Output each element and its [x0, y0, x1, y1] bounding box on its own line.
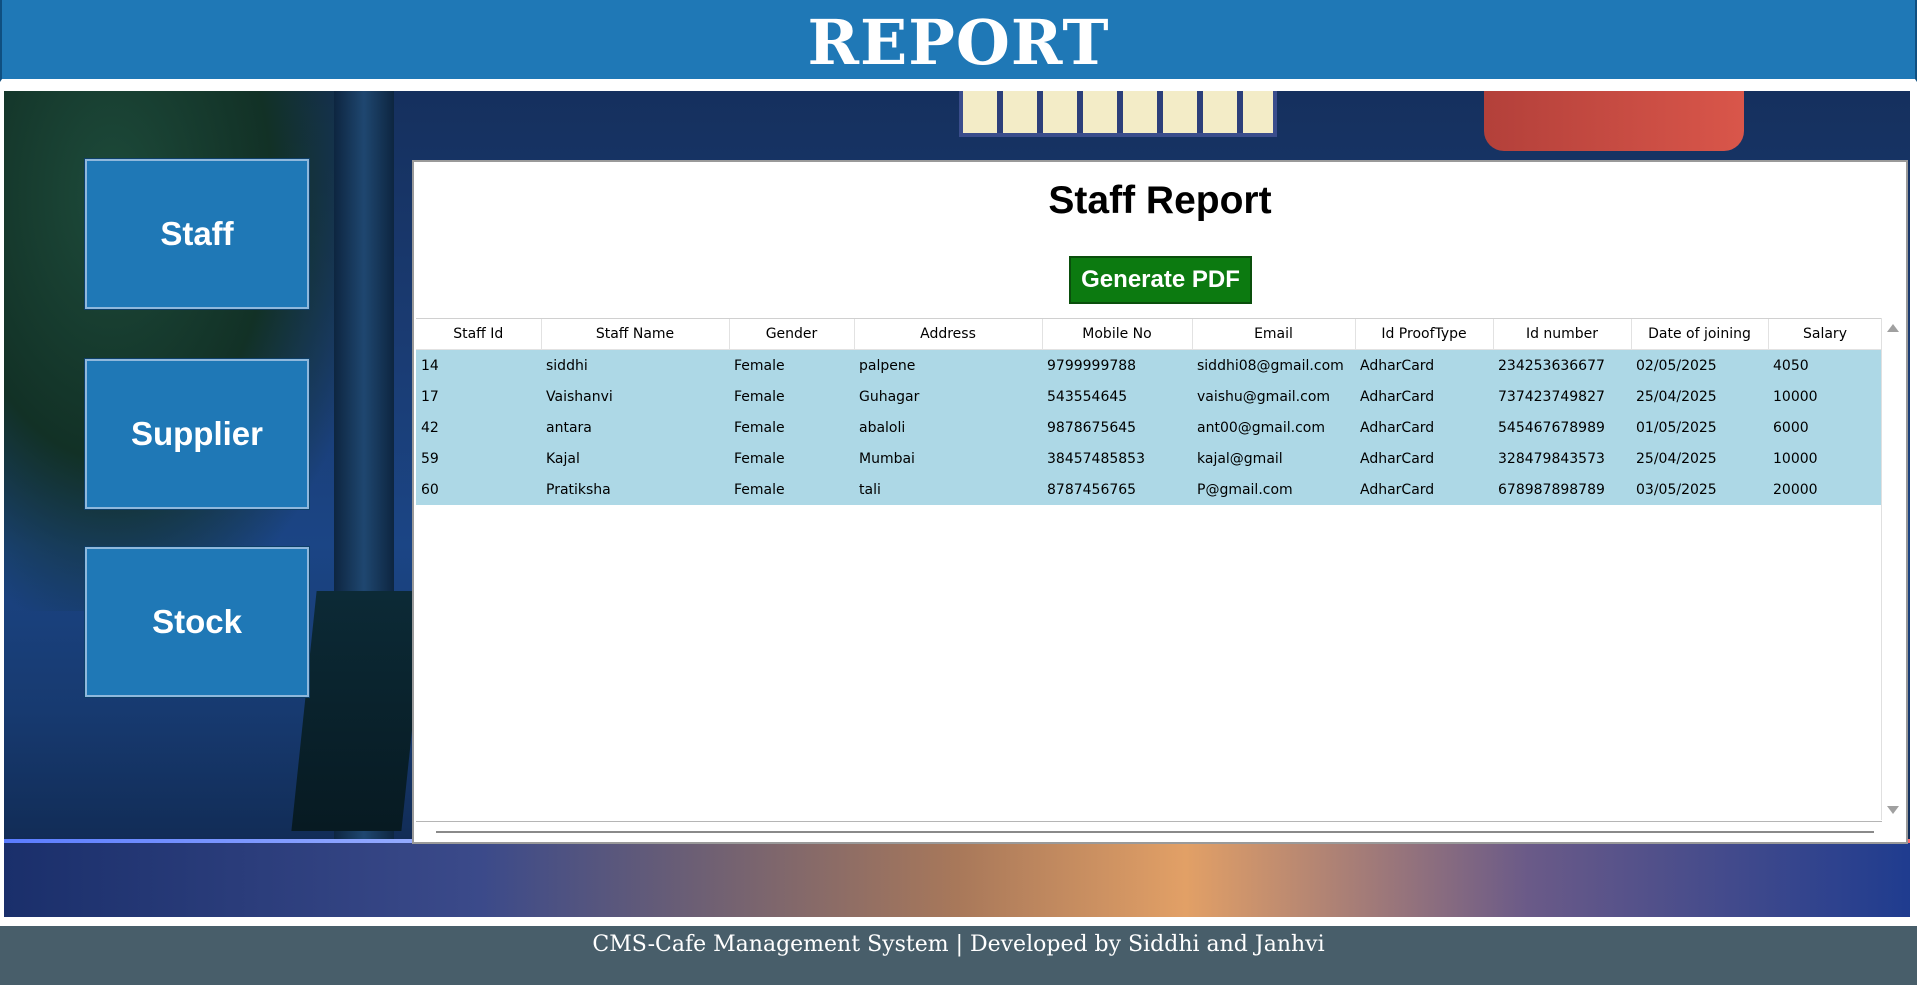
table-cell: AdharCard [1355, 474, 1493, 505]
table-cell: siddhi08@gmail.com [1192, 349, 1355, 381]
column-header[interactable]: Staff Id [416, 319, 542, 350]
background-window [959, 91, 1277, 137]
table-cell: tali [854, 474, 1042, 505]
table-cell: P@gmail.com [1192, 474, 1355, 505]
staff-table: Staff Id Staff Name Gender Address Mobil… [416, 319, 1882, 505]
table-row[interactable]: 42 antara Female abaloli 9878675645 ant0… [416, 412, 1882, 443]
table-cell: 328479843573 [1493, 443, 1631, 474]
table-cell: 543554645 [1042, 381, 1192, 412]
column-header[interactable]: Email [1192, 319, 1356, 350]
table-cell: 42 [416, 412, 541, 443]
table-cell: Pratiksha [541, 474, 729, 505]
table-row[interactable]: 14 siddhi Female palpene 9799999788 sidd… [416, 349, 1882, 381]
table-header-row: Staff Id Staff Name Gender Address Mobil… [416, 319, 1882, 350]
vertical-scrollbar[interactable] [1881, 318, 1904, 820]
table-cell: palpene [854, 349, 1042, 381]
table-cell: AdharCard [1355, 381, 1493, 412]
table-cell: Female [729, 349, 854, 381]
table-row[interactable]: 60 Pratiksha Female tali 8787456765 P@gm… [416, 474, 1882, 505]
table-cell: 17 [416, 381, 541, 412]
table-cell: AdharCard [1355, 349, 1493, 381]
report-panel: Staff Report Generate PDF Staff Id Staff… [412, 160, 1908, 844]
table-cell: AdharCard [1355, 443, 1493, 474]
table-cell: siddhi [541, 349, 729, 381]
column-header[interactable]: Address [854, 319, 1043, 350]
table-cell: antara [541, 412, 729, 443]
column-header[interactable]: Mobile No [1042, 319, 1193, 350]
table-cell: 20000 [1768, 474, 1882, 505]
table-cell: Vaishanvi [541, 381, 729, 412]
column-header[interactable]: Date of joining [1631, 319, 1769, 350]
table-cell: Guhagar [854, 381, 1042, 412]
table-cell: Female [729, 474, 854, 505]
column-header[interactable]: Id ProofType [1355, 319, 1494, 350]
column-header[interactable]: Salary [1768, 319, 1882, 350]
report-title: Staff Report [1048, 179, 1272, 222]
table-cell: Mumbai [854, 443, 1042, 474]
table-cell: vaishu@gmail.com [1192, 381, 1355, 412]
table-cell: Kajal [541, 443, 729, 474]
staff-table-area[interactable]: Staff Id Staff Name Gender Address Mobil… [416, 318, 1882, 822]
table-cell: 60 [416, 474, 541, 505]
horizontal-scroll-thumb[interactable] [436, 831, 1874, 833]
table-cell: 59 [416, 443, 541, 474]
table-cell: 01/05/2025 [1631, 412, 1768, 443]
table-cell: 234253636677 [1493, 349, 1631, 381]
background-sign [1484, 91, 1744, 151]
table-cell: Female [729, 443, 854, 474]
column-header[interactable]: Id number [1493, 319, 1632, 350]
table-cell: abaloli [854, 412, 1042, 443]
table-cell: 10000 [1768, 443, 1882, 474]
table-cell: 4050 [1768, 349, 1882, 381]
stock-button[interactable]: Stock [85, 547, 309, 697]
column-header[interactable]: Staff Name [541, 319, 730, 350]
scroll-down-icon[interactable] [1887, 806, 1899, 814]
generate-pdf-button[interactable]: Generate PDF [1069, 256, 1252, 304]
background-street [4, 839, 1910, 917]
header-bar: REPORT [0, 0, 1917, 82]
table-cell: 10000 [1768, 381, 1882, 412]
table-cell: 9799999788 [1042, 349, 1192, 381]
table-cell: 737423749827 [1493, 381, 1631, 412]
table-row[interactable]: 17 Vaishanvi Female Guhagar 543554645 va… [416, 381, 1882, 412]
table-cell: 545467678989 [1493, 412, 1631, 443]
footer-bar: CMS-Cafe Management System | Developed b… [0, 924, 1917, 985]
table-cell: 38457485853 [1042, 443, 1192, 474]
scroll-up-icon[interactable] [1887, 324, 1899, 332]
table-cell: 9878675645 [1042, 412, 1192, 443]
table-cell: 8787456765 [1042, 474, 1192, 505]
table-cell: AdharCard [1355, 412, 1493, 443]
table-cell: 25/04/2025 [1631, 381, 1768, 412]
table-cell: 25/04/2025 [1631, 443, 1768, 474]
staff-button[interactable]: Staff [85, 159, 309, 309]
page-title: REPORT [807, 6, 1110, 79]
column-header[interactable]: Gender [729, 319, 855, 350]
table-cell: kajal@gmail [1192, 443, 1355, 474]
table-cell: 02/05/2025 [1631, 349, 1768, 381]
table-cell: 6000 [1768, 412, 1882, 443]
table-cell: 03/05/2025 [1631, 474, 1768, 505]
horizontal-scrollbar[interactable] [416, 822, 1882, 842]
table-cell: Female [729, 412, 854, 443]
table-cell: ant00@gmail.com [1192, 412, 1355, 443]
footer-credits: CMS-Cafe Management System | Developed b… [592, 932, 1325, 957]
supplier-button[interactable]: Supplier [85, 359, 309, 509]
table-cell: 678987898789 [1493, 474, 1631, 505]
table-cell: 14 [416, 349, 541, 381]
table-cell: Female [729, 381, 854, 412]
table-row[interactable]: 59 Kajal Female Mumbai 38457485853 kajal… [416, 443, 1882, 474]
background-signboard [291, 591, 427, 831]
